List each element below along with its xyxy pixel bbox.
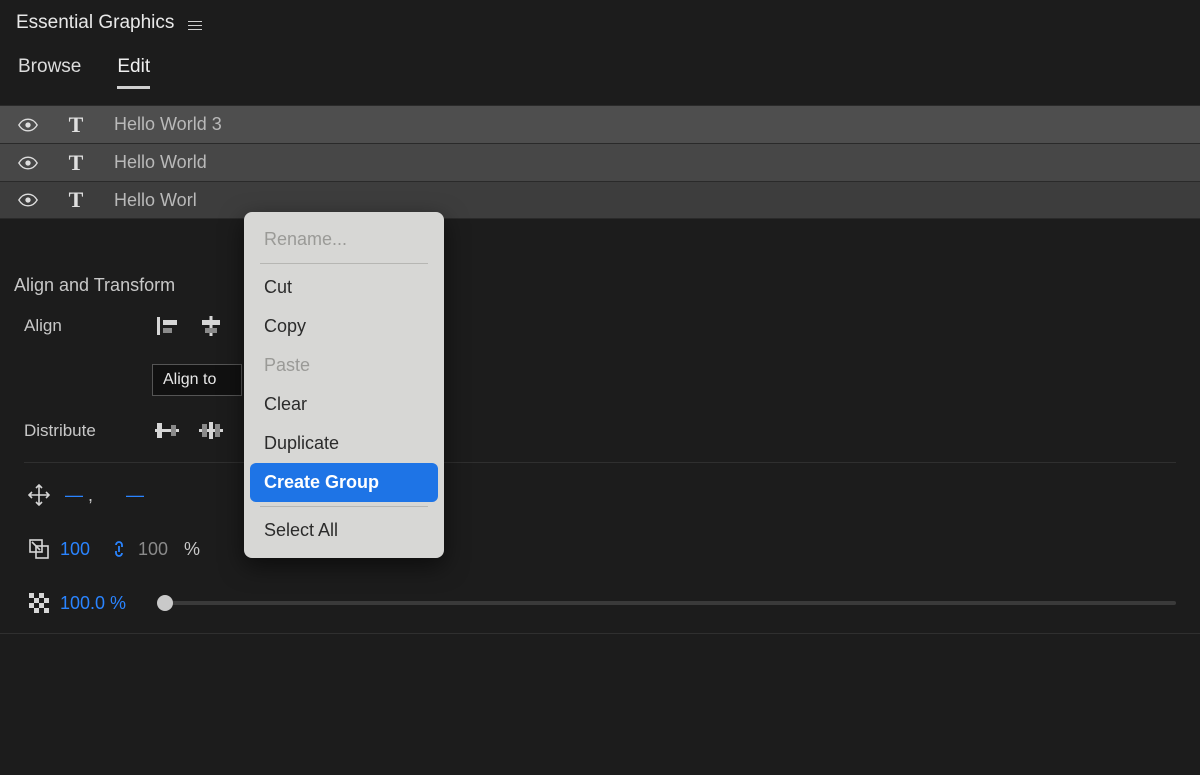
align-left-icon[interactable] xyxy=(152,313,182,339)
position-separator: , xyxy=(88,485,93,506)
distribute-horizontal-left-icon[interactable] xyxy=(152,418,182,444)
opacity-slider-thumb[interactable] xyxy=(157,595,173,611)
position-y-value[interactable]: — xyxy=(95,485,175,506)
align-label: Align xyxy=(24,316,152,336)
distribute-row: Distribute xyxy=(24,418,1176,463)
panel-header: Essential Graphics xyxy=(0,0,1200,42)
scale-unit: % xyxy=(184,539,214,560)
scale-width-value[interactable]: 100 xyxy=(60,539,100,560)
scale-icon[interactable] xyxy=(24,536,54,562)
scale-height-value[interactable]: 100 xyxy=(138,539,178,560)
menu-rename[interactable]: Rename... xyxy=(244,220,444,259)
visibility-icon[interactable] xyxy=(18,193,38,207)
align-to-row: Align to xyxy=(24,364,1176,396)
panel-title: Essential Graphics xyxy=(16,12,174,34)
distribute-label: Distribute xyxy=(24,421,152,441)
layer-row[interactable]: T Hello World xyxy=(0,143,1200,181)
opacity-value[interactable]: 100.0 % xyxy=(60,593,140,614)
layer-list: T Hello World 3 T Hello World T Hello Wo… xyxy=(0,105,1200,219)
align-to-dropdown[interactable]: Align to xyxy=(152,364,242,396)
text-layer-icon: T xyxy=(56,152,96,174)
section-align-transform: Align and Transform xyxy=(0,275,1200,310)
menu-separator xyxy=(260,506,428,507)
menu-select-all[interactable]: Select All xyxy=(244,511,444,550)
position-x-value[interactable]: — xyxy=(60,485,88,506)
visibility-icon[interactable] xyxy=(18,156,38,170)
position-row: — , — 0.0 xyxy=(24,479,1176,511)
controls: Align Align to Distribute xyxy=(0,310,1200,629)
layer-label: Hello Worl xyxy=(114,190,197,211)
visibility-icon[interactable] xyxy=(18,118,38,132)
essential-graphics-panel: Essential Graphics Browse Edit T Hello W… xyxy=(0,0,1200,775)
menu-separator xyxy=(260,263,428,264)
layer-row[interactable]: T Hello World 3 xyxy=(0,105,1200,143)
move-icon[interactable] xyxy=(24,482,54,508)
menu-copy[interactable]: Copy xyxy=(244,307,444,346)
divider xyxy=(0,633,1200,634)
distribute-horizontal-center-icon[interactable] xyxy=(196,418,226,444)
tab-browse[interactable]: Browse xyxy=(18,56,81,89)
align-center-horizontal-icon[interactable] xyxy=(196,313,226,339)
layer-label: Hello World 3 xyxy=(114,114,222,135)
menu-create-group[interactable]: Create Group xyxy=(250,463,438,502)
tab-edit[interactable]: Edit xyxy=(117,56,150,89)
link-icon[interactable] xyxy=(104,536,134,562)
context-menu: Rename... Cut Copy Paste Clear Duplicate… xyxy=(244,212,444,558)
text-layer-icon: T xyxy=(56,189,96,211)
layer-row[interactable]: T Hello Worl xyxy=(0,181,1200,219)
menu-cut[interactable]: Cut xyxy=(244,268,444,307)
menu-duplicate[interactable]: Duplicate xyxy=(244,424,444,463)
scale-row: 100 100 % 0 ° xyxy=(24,533,1176,565)
opacity-slider[interactable] xyxy=(160,601,1176,605)
tabs: Browse Edit xyxy=(0,42,1200,89)
menu-clear[interactable]: Clear xyxy=(244,385,444,424)
layer-label: Hello World xyxy=(114,152,207,173)
menu-paste[interactable]: Paste xyxy=(244,346,444,385)
opacity-icon[interactable] xyxy=(24,590,54,616)
text-layer-icon: T xyxy=(56,114,96,136)
align-to-label: Align to xyxy=(163,371,216,389)
opacity-row: 100.0 % xyxy=(24,587,1176,619)
panel-menu-icon[interactable] xyxy=(188,21,202,30)
align-row: Align xyxy=(24,310,1176,342)
